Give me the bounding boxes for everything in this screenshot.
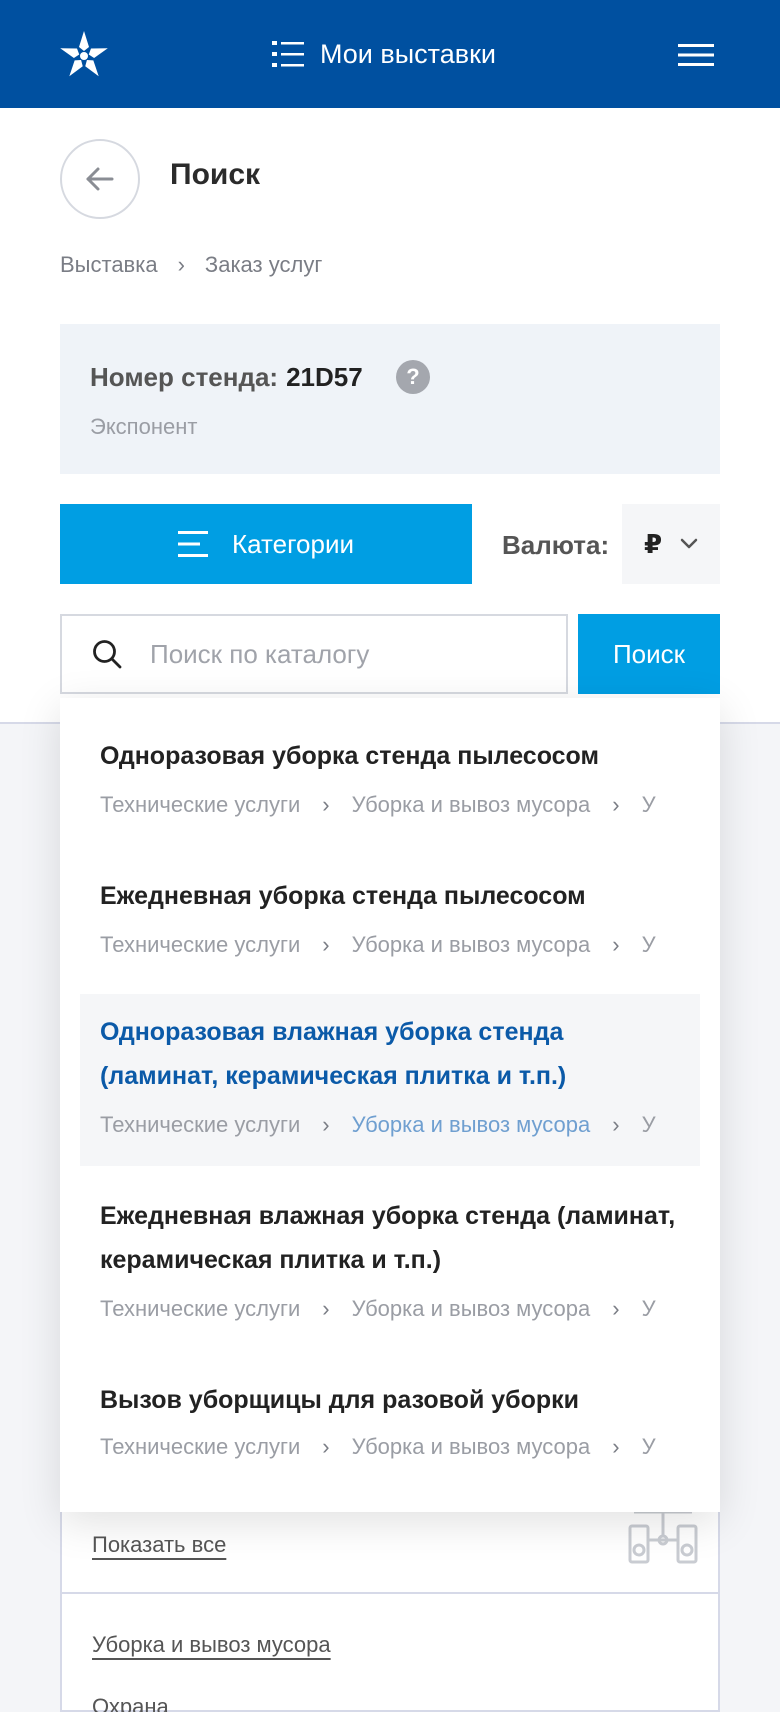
stand-role: Экспонент bbox=[90, 414, 198, 439]
chevron-right-icon: › bbox=[612, 932, 620, 957]
chevron-right-icon: › bbox=[322, 792, 330, 817]
stand-number-label: Номер стенда: bbox=[90, 362, 279, 392]
result-path-item: У bbox=[641, 932, 656, 957]
search-result-item[interactable]: Ежедневная уборка стенда пылесосом Техни… bbox=[80, 838, 700, 978]
result-title: Ежедневная уборка стенда пылесосом bbox=[100, 882, 586, 910]
result-path-item: У bbox=[641, 792, 656, 817]
currency-select[interactable]: ₽ bbox=[622, 504, 720, 584]
result-path-item: У bbox=[641, 1112, 656, 1137]
panel-divider bbox=[62, 1592, 718, 1594]
result-path-item: У bbox=[641, 1434, 656, 1459]
result-title: Вызов уборщицы для разовой уборки bbox=[100, 1386, 580, 1414]
menu-lines-icon bbox=[178, 531, 208, 557]
result-path: Технические услуги › Уборка и вывоз мусо… bbox=[100, 792, 656, 818]
categories-button[interactable]: Категории bbox=[60, 504, 472, 584]
category-link-security[interactable]: Охрана bbox=[92, 1694, 169, 1712]
chevron-right-icon: › bbox=[612, 1112, 620, 1137]
hamburger-icon[interactable] bbox=[678, 44, 714, 66]
result-path-item: Уборка и вывоз мусора bbox=[351, 1434, 591, 1459]
result-path-item: Уборка и вывоз мусора bbox=[351, 1296, 591, 1321]
categories-label: Категории bbox=[232, 528, 354, 559]
help-icon[interactable]: ? bbox=[396, 360, 430, 394]
search-result-item[interactable]: Вызов уборщицы для разовой уборки Технич… bbox=[80, 1354, 700, 1504]
breadcrumb: Выставка › Заказ услуг bbox=[60, 252, 322, 278]
back-button[interactable] bbox=[60, 139, 140, 219]
search-result-item[interactable]: Одноразовая уборка стенда пылесосом Техн… bbox=[80, 698, 700, 838]
chevron-right-icon: › bbox=[322, 932, 330, 957]
search-results-dropdown: Одноразовая уборка стенда пылесосом Техн… bbox=[60, 698, 720, 1512]
star-logo-icon[interactable] bbox=[58, 29, 110, 81]
breadcrumb-item-exhibition[interactable]: Выставка bbox=[60, 252, 158, 278]
result-path: Технические услуги › Уборка и вывоз мусо… bbox=[100, 932, 656, 958]
result-path: Технические услуги › Уборка и вывоз мусо… bbox=[100, 1434, 656, 1460]
chevron-right-icon: › bbox=[322, 1296, 330, 1321]
list-icon bbox=[272, 41, 304, 67]
search-input[interactable] bbox=[150, 638, 510, 670]
search-field[interactable] bbox=[60, 614, 568, 694]
result-path-item: У bbox=[641, 1296, 656, 1321]
search-result-item[interactable]: Ежедневная влажная уборка стенда (ламина… bbox=[80, 1178, 700, 1350]
result-title: Одноразовая влажная уборка стенда (ламин… bbox=[100, 1018, 567, 1090]
search-result-item-active[interactable]: Одноразовая влажная уборка стенда (ламин… bbox=[80, 994, 700, 1166]
chevron-right-icon: › bbox=[612, 1296, 620, 1321]
chevron-right-icon: › bbox=[322, 1112, 330, 1137]
chevron-down-icon bbox=[680, 538, 698, 549]
stand-number-value: 21D57 bbox=[286, 362, 363, 392]
result-path-item: Технические услуги bbox=[100, 792, 301, 817]
search-icon bbox=[93, 640, 122, 669]
stand-number-row: Номер стенда: 21D57 bbox=[90, 362, 363, 393]
page-title: Поиск bbox=[170, 158, 261, 191]
result-path-item: Технические услуги bbox=[100, 1112, 301, 1137]
my-exhibitions-link[interactable]: Мои выставки bbox=[272, 34, 496, 74]
result-path-item: Уборка и вывоз мусора bbox=[351, 792, 591, 817]
category-link-cleaning[interactable]: Уборка и вывоз мусора bbox=[92, 1632, 331, 1658]
chevron-right-icon: › bbox=[612, 1434, 620, 1459]
result-path-item: Технические услуги bbox=[100, 1434, 301, 1459]
result-title: Одноразовая уборка стенда пылесосом bbox=[100, 742, 599, 770]
result-path: Технические услуги › Уборка и вывоз мусо… bbox=[100, 1112, 656, 1138]
currency-label: Валюта: bbox=[502, 530, 610, 560]
arrow-left-icon bbox=[86, 167, 114, 191]
result-path: Технические услуги › Уборка и вывоз мусо… bbox=[100, 1296, 656, 1322]
currency-value: ₽ bbox=[643, 528, 663, 559]
result-title: Ежедневная влажная уборка стенда (ламина… bbox=[100, 1202, 676, 1274]
result-path-item: Технические услуги bbox=[100, 932, 301, 957]
top-bar: Мои выставки bbox=[0, 0, 780, 108]
breadcrumb-item-order[interactable]: Заказ услуг bbox=[205, 252, 322, 278]
chevron-right-icon: › bbox=[612, 792, 620, 817]
categories-panel: Показать все Уборка и вывоз мусора Охран… bbox=[60, 1480, 720, 1712]
result-path-item: Уборка и вывоз мусора bbox=[351, 1112, 591, 1137]
chevron-right-icon: › bbox=[177, 252, 185, 277]
chevron-right-icon: › bbox=[322, 1434, 330, 1459]
stand-info-box: Номер стенда: 21D57 ? Экспонент bbox=[60, 324, 720, 474]
equipment-icon bbox=[628, 1510, 698, 1564]
result-path-item: Технические услуги bbox=[100, 1296, 301, 1321]
show-all-link[interactable]: Показать все bbox=[92, 1532, 226, 1558]
result-path-item: Уборка и вывоз мусора bbox=[351, 932, 591, 957]
header-title: Мои выставки bbox=[320, 38, 496, 69]
search-button[interactable]: Поиск bbox=[578, 614, 720, 694]
